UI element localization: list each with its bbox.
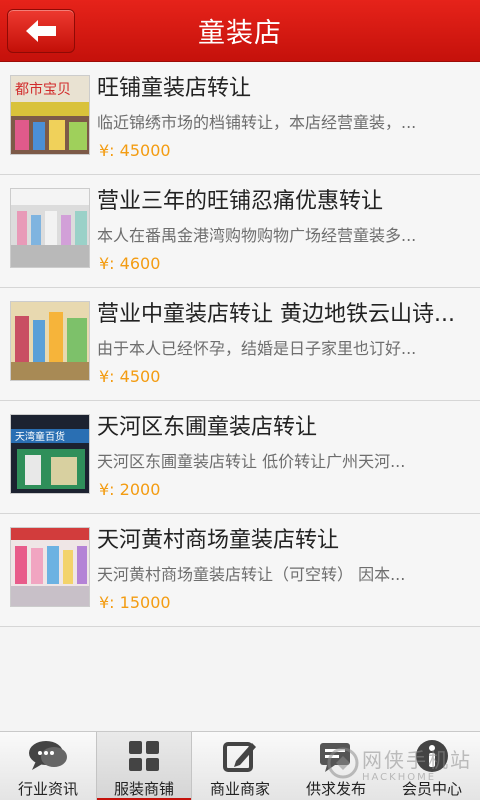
message-icon bbox=[314, 738, 358, 774]
bottom-tab-bar: 行业资讯 服装商铺 商业商家 供求发布 会员中心 bbox=[0, 731, 480, 800]
listing-description: 本人在番禺金港湾购物购物广场经营童装多... bbox=[97, 226, 417, 245]
listing-description: 天河黄村商场童装店转让（可空转） 因本... bbox=[97, 565, 406, 584]
tab-label: 行业资讯 bbox=[17, 780, 78, 798]
listing-title: 旺铺童装店转让 bbox=[97, 76, 252, 101]
listing-thumbnail bbox=[10, 188, 90, 268]
list-item[interactable]: 天河黄村商场童装店转让 天河黄村商场童装店转让（可空转） 因本... ¥: 15… bbox=[0, 514, 480, 627]
tab-business-merchants[interactable]: 商业商家 bbox=[192, 732, 288, 800]
info-icon bbox=[410, 738, 454, 774]
list-item[interactable]: 营业三年的旺铺忍痛优惠转让 本人在番禺金港湾购物购物广场经营童装多... ¥: … bbox=[0, 175, 480, 288]
list-item[interactable]: 都市宝贝 旺铺童装店转让 临近锦绣市场的档铺转让，本店经营童装，... ¥: 4… bbox=[0, 62, 480, 175]
tab-label: 服装商铺 bbox=[113, 780, 174, 798]
listing-title: 天河黄村商场童装店转让 bbox=[97, 528, 340, 553]
listing-price: ¥: 45000 bbox=[99, 141, 171, 160]
listing-thumbnail bbox=[10, 301, 90, 381]
listing-description: 天河区东圃童装店转让 低价转让广州天河... bbox=[97, 452, 406, 471]
tab-supply-demand[interactable]: 供求发布 bbox=[288, 732, 384, 800]
listing-thumbnail: 天湾童百货 bbox=[10, 414, 90, 494]
app-screen: 童装店 都市宝贝 旺铺童装店转让 临近锦绣市场的档铺转让，本店经营童装，... … bbox=[0, 0, 480, 800]
tab-label: 商业商家 bbox=[209, 780, 270, 798]
tab-label: 供求发布 bbox=[305, 780, 366, 798]
listing-price: ¥: 15000 bbox=[99, 593, 171, 612]
list-item[interactable]: 天湾童百货 天河区东圃童装店转让 天河区东圃童装店转让 低价转让广州天河... … bbox=[0, 401, 480, 514]
list-item[interactable]: 营业中童装店转让 黄边地铁云山诗... 由于本人已经怀孕，结婚是日子家里也订好.… bbox=[0, 288, 480, 401]
grid-icon bbox=[122, 738, 166, 774]
listing-title: 营业三年的旺铺忍痛优惠转让 bbox=[97, 189, 384, 214]
listing-thumbnail bbox=[10, 527, 90, 607]
chat-bubbles-icon bbox=[26, 738, 70, 774]
edit-icon bbox=[218, 738, 262, 774]
tab-industry-news[interactable]: 行业资讯 bbox=[0, 732, 96, 800]
tab-label: 会员中心 bbox=[401, 780, 462, 798]
listing-price: ¥: 4600 bbox=[99, 254, 161, 273]
listing-thumbnail: 都市宝贝 bbox=[10, 75, 90, 155]
shop-sign-text: 都市宝贝 bbox=[15, 81, 71, 98]
tab-clothing-shops[interactable]: 服装商铺 bbox=[96, 732, 192, 800]
listing-description: 由于本人已经怀孕，结婚是日子家里也订好... bbox=[97, 339, 417, 358]
listing-price: ¥: 4500 bbox=[99, 367, 161, 386]
tab-member-center[interactable]: 会员中心 bbox=[384, 732, 480, 800]
header-bar: 童装店 bbox=[0, 0, 480, 62]
shop-listing-list: 都市宝贝 旺铺童装店转让 临近锦绣市场的档铺转让，本店经营童装，... ¥: 4… bbox=[0, 62, 480, 627]
back-button[interactable] bbox=[7, 9, 75, 53]
page-title: 童装店 bbox=[198, 18, 282, 49]
listing-title: 天河区东圃童装店转让 bbox=[97, 415, 318, 440]
listing-price: ¥: 2000 bbox=[99, 480, 161, 499]
back-arrow-icon bbox=[26, 20, 56, 42]
listing-description: 临近锦绣市场的档铺转让，本店经营童装，... bbox=[97, 113, 417, 132]
shop-sign-text: 天湾童百货 bbox=[15, 430, 65, 443]
listing-title: 营业中童装店转让 黄边地铁云山诗... bbox=[97, 302, 455, 327]
